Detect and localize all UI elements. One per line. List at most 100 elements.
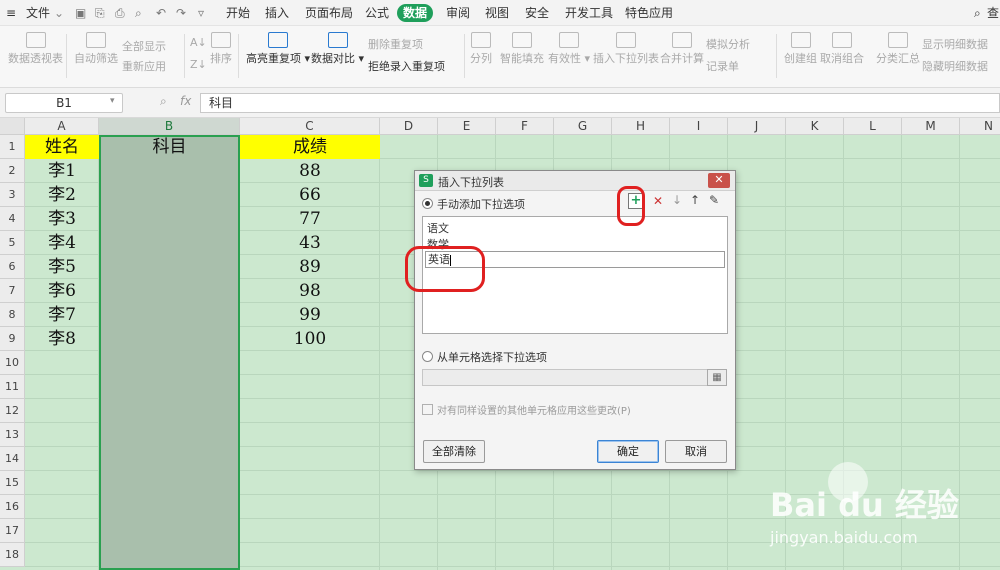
row-header-3[interactable]: 3	[0, 183, 25, 207]
column-header-c[interactable]: C	[240, 118, 380, 135]
apply-checkbox-label[interactable]: 对有同样设置的其他单元格应用这些更改(P)	[437, 402, 631, 417]
column-header-e[interactable]: E	[438, 118, 496, 135]
row-header-11[interactable]: 11	[0, 375, 25, 399]
menu-item-security[interactable]: 安全	[525, 0, 549, 26]
search-icon[interactable]: ⌕	[974, 0, 981, 26]
ungroup-button[interactable]: 取消组合	[820, 32, 864, 66]
cell-b1[interactable]: 科目	[99, 135, 240, 159]
row-header-9[interactable]: 9	[0, 327, 25, 351]
manual-option-label[interactable]: 手动添加下拉选项	[437, 196, 525, 212]
cell-option-label[interactable]: 从单元格选择下拉选项	[437, 349, 547, 365]
formula-input[interactable]: 科目	[200, 93, 1000, 113]
cell-c8[interactable]: 99	[240, 303, 380, 327]
cell-c3[interactable]: 66	[240, 183, 380, 207]
chevron-down-icon[interactable]: ▾	[110, 96, 115, 106]
menu-item-view[interactable]: 视图	[485, 0, 509, 26]
consolidate-button[interactable]: 合并计算	[660, 32, 704, 66]
select-all-corner[interactable]	[0, 118, 25, 135]
column-header-g[interactable]: G	[554, 118, 612, 135]
file-menu[interactable]: 文件	[26, 0, 50, 26]
row-header-4[interactable]: 4	[0, 207, 25, 231]
column-header-h[interactable]: H	[612, 118, 670, 135]
cell-a9[interactable]: 李8	[25, 327, 99, 351]
row-header-13[interactable]: 13	[0, 423, 25, 447]
row-header-2[interactable]: 2	[0, 159, 25, 183]
zoom-icon[interactable]: ⌕	[160, 94, 167, 109]
sort-asc-icon[interactable]: A↓	[190, 36, 207, 49]
column-header-a[interactable]: A	[25, 118, 99, 135]
edit-item-icon[interactable]: ✎	[709, 193, 719, 207]
cell-a8[interactable]: 李7	[25, 303, 99, 327]
show-all-button[interactable]: 全部显示	[122, 38, 166, 54]
insert-dropdown-button[interactable]: 插入下拉列表	[593, 32, 659, 66]
data-compare-button[interactable]: 数据对比 ▾	[311, 32, 364, 66]
menu-item-page-layout[interactable]: 页面布局	[305, 0, 353, 26]
cell-a6[interactable]: 李5	[25, 255, 99, 279]
column-header-i[interactable]: I	[670, 118, 728, 135]
simulate-analysis-button[interactable]: 模拟分析	[706, 36, 750, 52]
show-detail-button[interactable]: 显示明细数据	[922, 36, 988, 52]
move-down-icon[interactable]: ↓	[672, 193, 682, 207]
menu-item-review[interactable]: 审阅	[446, 0, 470, 26]
print-icon[interactable]: ⎙	[115, 0, 125, 26]
more-icon[interactable]: ▿	[198, 0, 204, 26]
row-header-5[interactable]: 5	[0, 231, 25, 255]
selected-column-b[interactable]	[99, 135, 240, 570]
reapply-button[interactable]: 重新应用	[122, 58, 166, 74]
column-header-n[interactable]: N	[960, 118, 1000, 135]
column-header-f[interactable]: F	[496, 118, 554, 135]
list-item[interactable]: 语文	[427, 220, 449, 236]
close-icon[interactable]: ✕	[708, 173, 730, 188]
split-column-button[interactable]: 分列	[470, 32, 492, 66]
row-header-8[interactable]: 8	[0, 303, 25, 327]
row-header-10[interactable]: 10	[0, 351, 25, 375]
cell-c4[interactable]: 77	[240, 207, 380, 231]
delete-duplicates-button[interactable]: 删除重复项	[368, 36, 423, 52]
range-picker-icon[interactable]: ▦	[707, 369, 727, 386]
row-header-6[interactable]: 6	[0, 255, 25, 279]
column-header-b[interactable]: B	[99, 118, 240, 135]
search-label[interactable]: 查	[987, 0, 999, 26]
cell-option-radio[interactable]	[422, 351, 433, 362]
apply-checkbox[interactable]	[422, 404, 433, 415]
cell-c2[interactable]: 88	[240, 159, 380, 183]
delete-item-icon[interactable]: ✕	[651, 193, 665, 209]
cell-a2[interactable]: 李1	[25, 159, 99, 183]
redo-icon[interactable]: ↷	[176, 0, 186, 26]
cell-a5[interactable]: 李4	[25, 231, 99, 255]
validity-button[interactable]: 有效性 ▾	[548, 32, 590, 66]
menu-item-developer[interactable]: 开发工具	[565, 0, 613, 26]
menu-icon[interactable]: ≡	[6, 0, 16, 26]
preview-icon[interactable]: ⌕	[135, 0, 142, 26]
menu-item-home[interactable]: 开始	[226, 0, 250, 26]
cell-c7[interactable]: 98	[240, 279, 380, 303]
cell-c6[interactable]: 89	[240, 255, 380, 279]
smart-fill-button[interactable]: 智能填充	[500, 32, 544, 66]
manual-option-radio[interactable]	[422, 198, 433, 209]
undo-icon[interactable]: ↶	[156, 0, 166, 26]
column-header-d[interactable]: D	[380, 118, 438, 135]
row-header-16[interactable]: 16	[0, 495, 25, 519]
sort-button[interactable]: 排序	[210, 32, 232, 66]
fx-icon[interactable]: fx	[180, 94, 191, 108]
create-group-button[interactable]: 创建组	[784, 32, 817, 66]
menu-item-special[interactable]: 特色应用	[625, 0, 673, 26]
row-header-1[interactable]: 1	[0, 135, 25, 159]
column-header-l[interactable]: L	[844, 118, 902, 135]
ok-button[interactable]: 确定	[597, 440, 659, 463]
sort-desc-icon[interactable]: Z↓	[190, 58, 207, 71]
export-icon[interactable]: ⎘	[95, 0, 105, 26]
column-header-j[interactable]: J	[728, 118, 786, 135]
clear-all-button[interactable]: 全部清除	[423, 440, 485, 463]
row-header-7[interactable]: 7	[0, 279, 25, 303]
cell-c1[interactable]: 成绩	[240, 135, 380, 159]
cell-a3[interactable]: 李2	[25, 183, 99, 207]
menu-item-data[interactable]: 数据	[397, 4, 434, 22]
cell-a7[interactable]: 李6	[25, 279, 99, 303]
highlight-duplicates-button[interactable]: 高亮重复项 ▾	[246, 32, 310, 66]
row-header-15[interactable]: 15	[0, 471, 25, 495]
move-up-icon[interactable]: ↑	[690, 193, 700, 207]
cancel-button[interactable]: 取消	[665, 440, 727, 463]
hide-detail-button[interactable]: 隐藏明细数据	[922, 58, 988, 74]
chevron-down-icon[interactable]: ⌄	[54, 0, 64, 26]
